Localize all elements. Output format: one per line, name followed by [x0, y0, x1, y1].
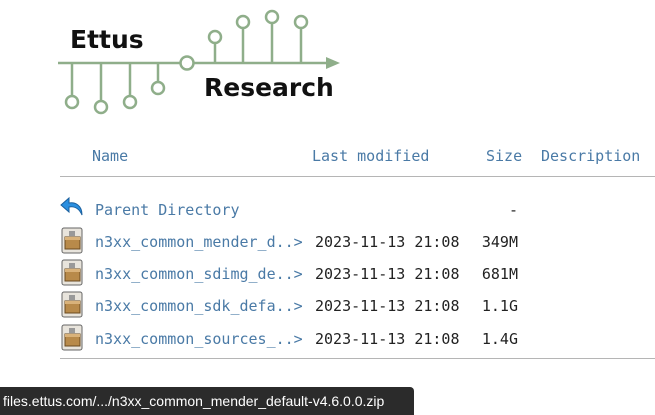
file-name-link[interactable]: n3xx_common_sdk_defa..> — [95, 297, 303, 315]
back-arrow-icon[interactable] — [60, 195, 86, 223]
column-header-description[interactable]: Description — [541, 147, 640, 165]
file-size: 681M — [481, 265, 518, 283]
file-name-link[interactable]: n3xx_common_mender_d..> — [95, 233, 303, 251]
status-bar-url: files.ettus.com/.../n3xx_common_mender_d… — [0, 387, 414, 415]
file-row: n3xx_common_mender_d..> 2023-11-13 21:08… — [0, 227, 655, 259]
file-row: n3xx_common_sources_..> 2023-11-13 21:08… — [0, 324, 655, 356]
file-row: n3xx_common_sdimg_de..> 2023-11-13 21:08… — [0, 259, 655, 291]
archive-file-icon[interactable] — [60, 291, 86, 319]
logo-text-research: Research — [204, 73, 334, 102]
logo-text-ettus: Ettus — [70, 25, 144, 54]
footer-divider — [60, 358, 655, 359]
file-date: 2023-11-13 21:08 — [315, 233, 460, 251]
file-size: 1.4G — [481, 330, 518, 348]
file-name-link[interactable]: n3xx_common_sources_..> — [95, 330, 303, 348]
archive-file-icon[interactable] — [60, 324, 86, 352]
file-date: 2023-11-13 21:08 — [315, 297, 460, 315]
file-name-link[interactable]: n3xx_common_sdimg_de..> — [95, 265, 303, 283]
archive-file-icon[interactable] — [60, 259, 86, 287]
ettus-research-logo: Ettus Research — [56, 8, 346, 118]
file-size: 349M — [481, 233, 518, 251]
column-header-last-modified[interactable]: Last modified — [312, 147, 429, 165]
file-date: 2023-11-13 21:08 — [315, 330, 460, 348]
header-divider — [60, 176, 655, 177]
parent-directory-row: Parent Directory - — [0, 195, 655, 227]
parent-size: - — [508, 201, 518, 219]
archive-file-icon[interactable] — [60, 227, 86, 255]
parent-directory-link[interactable]: Parent Directory — [95, 201, 240, 219]
file-size: 1.1G — [481, 297, 518, 315]
column-header-size[interactable]: Size — [486, 147, 522, 165]
column-header-name[interactable]: Name — [92, 147, 128, 165]
file-date: 2023-11-13 21:08 — [315, 265, 460, 283]
file-row: n3xx_common_sdk_defa..> 2023-11-13 21:08… — [0, 291, 655, 323]
